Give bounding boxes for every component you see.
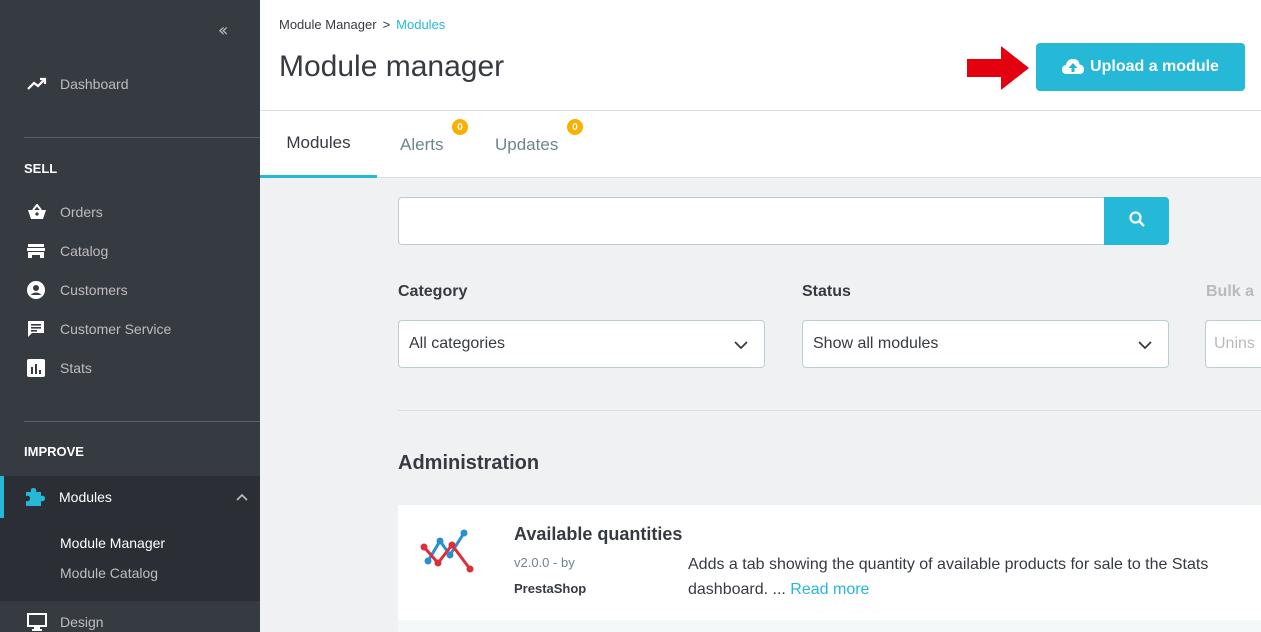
trending-up-icon [27,75,49,93]
status-filter-label: Status [802,283,851,300]
tab-alerts[interactable]: Alerts [400,111,443,178]
sidebar-item-customers[interactable]: Customers [0,271,260,309]
submenu-item-module-catalog[interactable]: Module Catalog [60,565,158,581]
bulk-actions-label: Bulk a [1206,283,1255,300]
sidebar-item-customer-service[interactable]: Customer Service [0,310,260,348]
sidebar: ‹‹ Dashboard SELL Orders Catalog Custome… [0,0,260,632]
module-author: PrestaShop [514,581,587,596]
sidebar-item-dashboard[interactable]: Dashboard [0,65,260,103]
puzzle-icon [24,487,46,507]
category-heading: Administration [398,452,540,474]
breadcrumb-parent[interactable]: Module Manager [279,17,377,32]
red-arrow-icon [967,46,1029,95]
module-card: Available quantities v2.0.0 - by PrestaS… [398,505,1261,620]
store-icon [27,242,49,260]
chevron-down-icon [1138,337,1152,355]
upload-module-label: Upload a module [1090,58,1219,75]
updates-count-badge: 0 [567,119,583,135]
module-description: Adds a tab showing the quantity of avail… [688,552,1248,602]
sidebar-item-stats[interactable]: Stats [0,349,260,387]
sidebar-item-label: Design [60,614,104,630]
breadcrumb-current[interactable]: Modules [396,17,445,32]
status-select[interactable]: Show all modules [802,320,1169,368]
chat-icon [27,320,49,338]
bulk-actions-select[interactable]: Unins [1205,320,1261,368]
tab-updates[interactable]: Updates [495,111,558,178]
section-title-sell: SELL [24,161,58,176]
chevron-up-icon [236,488,248,504]
breadcrumb: Module Manager > Modules [279,17,445,32]
module-version: v2.0.0 - by [514,555,575,570]
sidebar-item-orders[interactable]: Orders [0,193,260,231]
stock-chart-icon [418,521,474,580]
category-select[interactable]: All categories [398,320,765,368]
chevron-down-icon [734,337,748,355]
sidebar-item-design[interactable]: Design [0,603,260,632]
category-filter-label: Category [398,283,468,300]
divider [398,410,1261,411]
sidebar-item-label: Customers [60,282,128,298]
tab-label: Alerts [400,134,444,154]
bulk-actions-value: Unins [1214,335,1255,352]
divider [24,137,260,138]
shopping-basket-icon [27,203,49,221]
submenu-item-module-manager[interactable]: Module Manager [60,535,165,551]
sidebar-item-label: Stats [60,360,92,376]
sidebar-item-label: Modules [59,489,112,505]
search-icon [1128,210,1145,232]
collapse-sidebar-icon[interactable]: ‹‹ [218,20,229,41]
upload-module-button[interactable]: Upload a module [1036,43,1245,91]
modules-submenu: Module Manager Module Catalog [0,518,260,601]
module-description-text: Adds a tab showing the quantity of avail… [688,556,1209,598]
tab-bar: Modules Alerts 0 Updates 0 [260,111,1261,178]
bar-chart-icon [27,359,49,377]
monitor-icon [27,613,49,631]
module-name[interactable]: Available quantities [514,524,682,545]
module-card-footer [398,620,1261,632]
tab-label: Updates [495,134,559,154]
cloud-upload-icon [1062,59,1085,75]
sidebar-item-label: Dashboard [60,76,129,92]
tab-modules[interactable]: Modules [260,111,377,178]
tab-label: Modules [286,133,351,152]
category-select-value: All categories [409,335,506,352]
sidebar-item-label: Orders [60,204,103,220]
divider [24,421,260,422]
read-more-link[interactable]: Read more [790,581,869,598]
alerts-count-badge: 0 [452,119,468,135]
page-title: Module manager [279,50,505,83]
account-circle-icon [27,281,49,299]
search-input[interactable] [398,197,1104,245]
status-select-value: Show all modules [813,335,939,352]
breadcrumb-separator: > [382,17,391,32]
search-button[interactable] [1104,197,1169,245]
sidebar-item-modules[interactable]: Modules [0,476,260,518]
sidebar-item-catalog[interactable]: Catalog [0,232,260,270]
section-title-improve: IMPROVE [24,444,84,459]
sidebar-item-label: Customer Service [60,321,172,337]
sidebar-item-label: Catalog [60,243,109,259]
